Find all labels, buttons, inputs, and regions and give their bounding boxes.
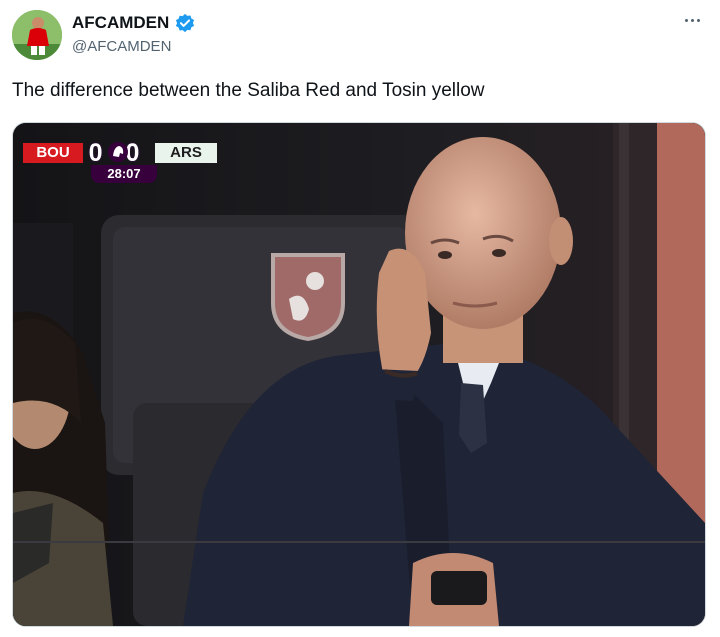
stadium-photo <box>13 123 705 626</box>
author-handle[interactable]: @AFCAMDEN <box>72 38 171 55</box>
premier-league-lion-icon <box>108 142 128 162</box>
author-name-row: AFCAMDEN <box>72 12 195 34</box>
home-team-label: BOU <box>23 143 83 163</box>
tweet-text: The difference between the Saliba Red an… <box>12 80 485 101</box>
afc-bournemouth-crest <box>271 253 345 341</box>
author-display-name[interactable]: AFCAMDEN <box>72 13 169 33</box>
more-options-icon[interactable] <box>680 8 704 32</box>
match-clock: 28:07 <box>91 165 157 183</box>
away-team-label: ARS <box>155 143 217 163</box>
tweet-media-image[interactable]: BOU 0 0 ARS 28:07 <box>12 122 706 627</box>
avatar[interactable] <box>12 10 62 60</box>
verified-badge-icon <box>176 13 195 33</box>
tweet-card: AFCAMDEN @AFCAMDEN The difference betwee… <box>0 0 720 637</box>
